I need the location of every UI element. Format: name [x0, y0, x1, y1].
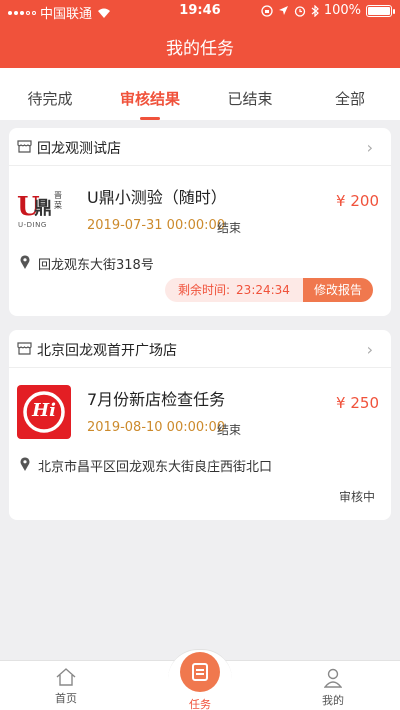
store-address: 回龙观东大街318号 — [38, 258, 154, 273]
chevron-right-icon: › — [366, 340, 373, 359]
store-logo-hi: Hi — [17, 385, 71, 439]
battery-icon — [366, 4, 395, 17]
nav-home-label: 首页 — [55, 692, 77, 705]
store-row[interactable]: 北京回龙观首开广场店 › — [9, 330, 391, 368]
tab-all[interactable]: 全部 — [300, 68, 400, 120]
location-pin-icon — [20, 255, 30, 269]
task-price: ¥ 200 — [336, 192, 379, 210]
bluetooth-icon — [311, 4, 319, 17]
lock-rotation-icon — [261, 4, 273, 17]
nav-home[interactable]: 首页 — [26, 668, 106, 706]
task-card[interactable]: 回龙观测试店 › U 鼎 晋菜 U-DING U鼎小测验（随时） ¥ 200 2… — [9, 128, 391, 316]
nav-me[interactable]: 我的 — [293, 668, 373, 708]
store-row[interactable]: 回龙观测试店 › — [9, 128, 391, 166]
logo-caption: U-DING — [18, 221, 47, 229]
task-date-status: 结束 — [217, 423, 242, 437]
store-icon — [17, 140, 32, 153]
remaining-time-badge: 剩余时间: 23:24:34 — [165, 278, 303, 302]
task-card[interactable]: 北京回龙观首开广场店 › Hi 7月份新店检查任务 ¥ 250 2019-08-… — [9, 330, 391, 520]
nav-me-label: 我的 — [322, 694, 344, 707]
logo-char: 鼎 — [34, 198, 52, 219]
tab-review-results[interactable]: 审核结果 — [100, 68, 200, 120]
task-date-status: 结束 — [217, 221, 242, 235]
chevron-right-icon: › — [366, 138, 373, 157]
alarm-icon — [294, 5, 305, 17]
task-price: ¥ 250 — [336, 394, 379, 412]
modify-report-button[interactable]: 修改报告 — [303, 278, 373, 302]
store-logo-uding: U 鼎 晋菜 U-DING — [17, 182, 71, 236]
logo-side: 晋菜 — [54, 191, 62, 210]
nav-task-label[interactable]: 任务 — [160, 696, 240, 710]
battery-fill — [368, 6, 390, 15]
status-right: 100% — [261, 3, 395, 18]
task-title[interactable]: U鼎小测验（随时） — [87, 184, 227, 208]
battery-percent: 100% — [323, 3, 361, 18]
location-pin-icon — [20, 457, 30, 471]
home-icon — [56, 668, 76, 686]
remaining-label: 剩余时间: — [178, 283, 231, 297]
app-header: 中国联通 19:46 100% 我的任务 — [0, 0, 400, 68]
store-name: 回龙观测试店 — [37, 141, 121, 157]
page-title: 我的任务 — [166, 39, 234, 59]
store-icon — [17, 342, 32, 355]
status-bar: 中国联通 19:46 100% — [0, 0, 400, 22]
task-center-button[interactable] — [180, 652, 220, 692]
task-icon — [192, 663, 208, 681]
store-address: 北京市昌平区回龙观东大街良庄西街北口 — [38, 460, 273, 475]
task-title[interactable]: 7月份新店检查任务 — [87, 386, 225, 410]
review-status: 审核中 — [338, 490, 375, 504]
location-arrow-icon — [278, 6, 288, 15]
logo-text: Hi — [32, 400, 56, 421]
task-date: 2019-07-31 00:00:00 — [87, 218, 226, 233]
remaining-time: 23:24:34 — [236, 283, 290, 297]
tab-bar: 待完成 审核结果 已结束 全部 — [0, 68, 400, 120]
store-name: 北京回龙观首开广场店 — [37, 343, 177, 359]
tab-finished[interactable]: 已结束 — [200, 68, 300, 120]
user-icon — [324, 668, 342, 688]
task-date: 2019-08-10 00:00:00 — [87, 420, 226, 435]
tab-pending[interactable]: 待完成 — [0, 68, 100, 120]
